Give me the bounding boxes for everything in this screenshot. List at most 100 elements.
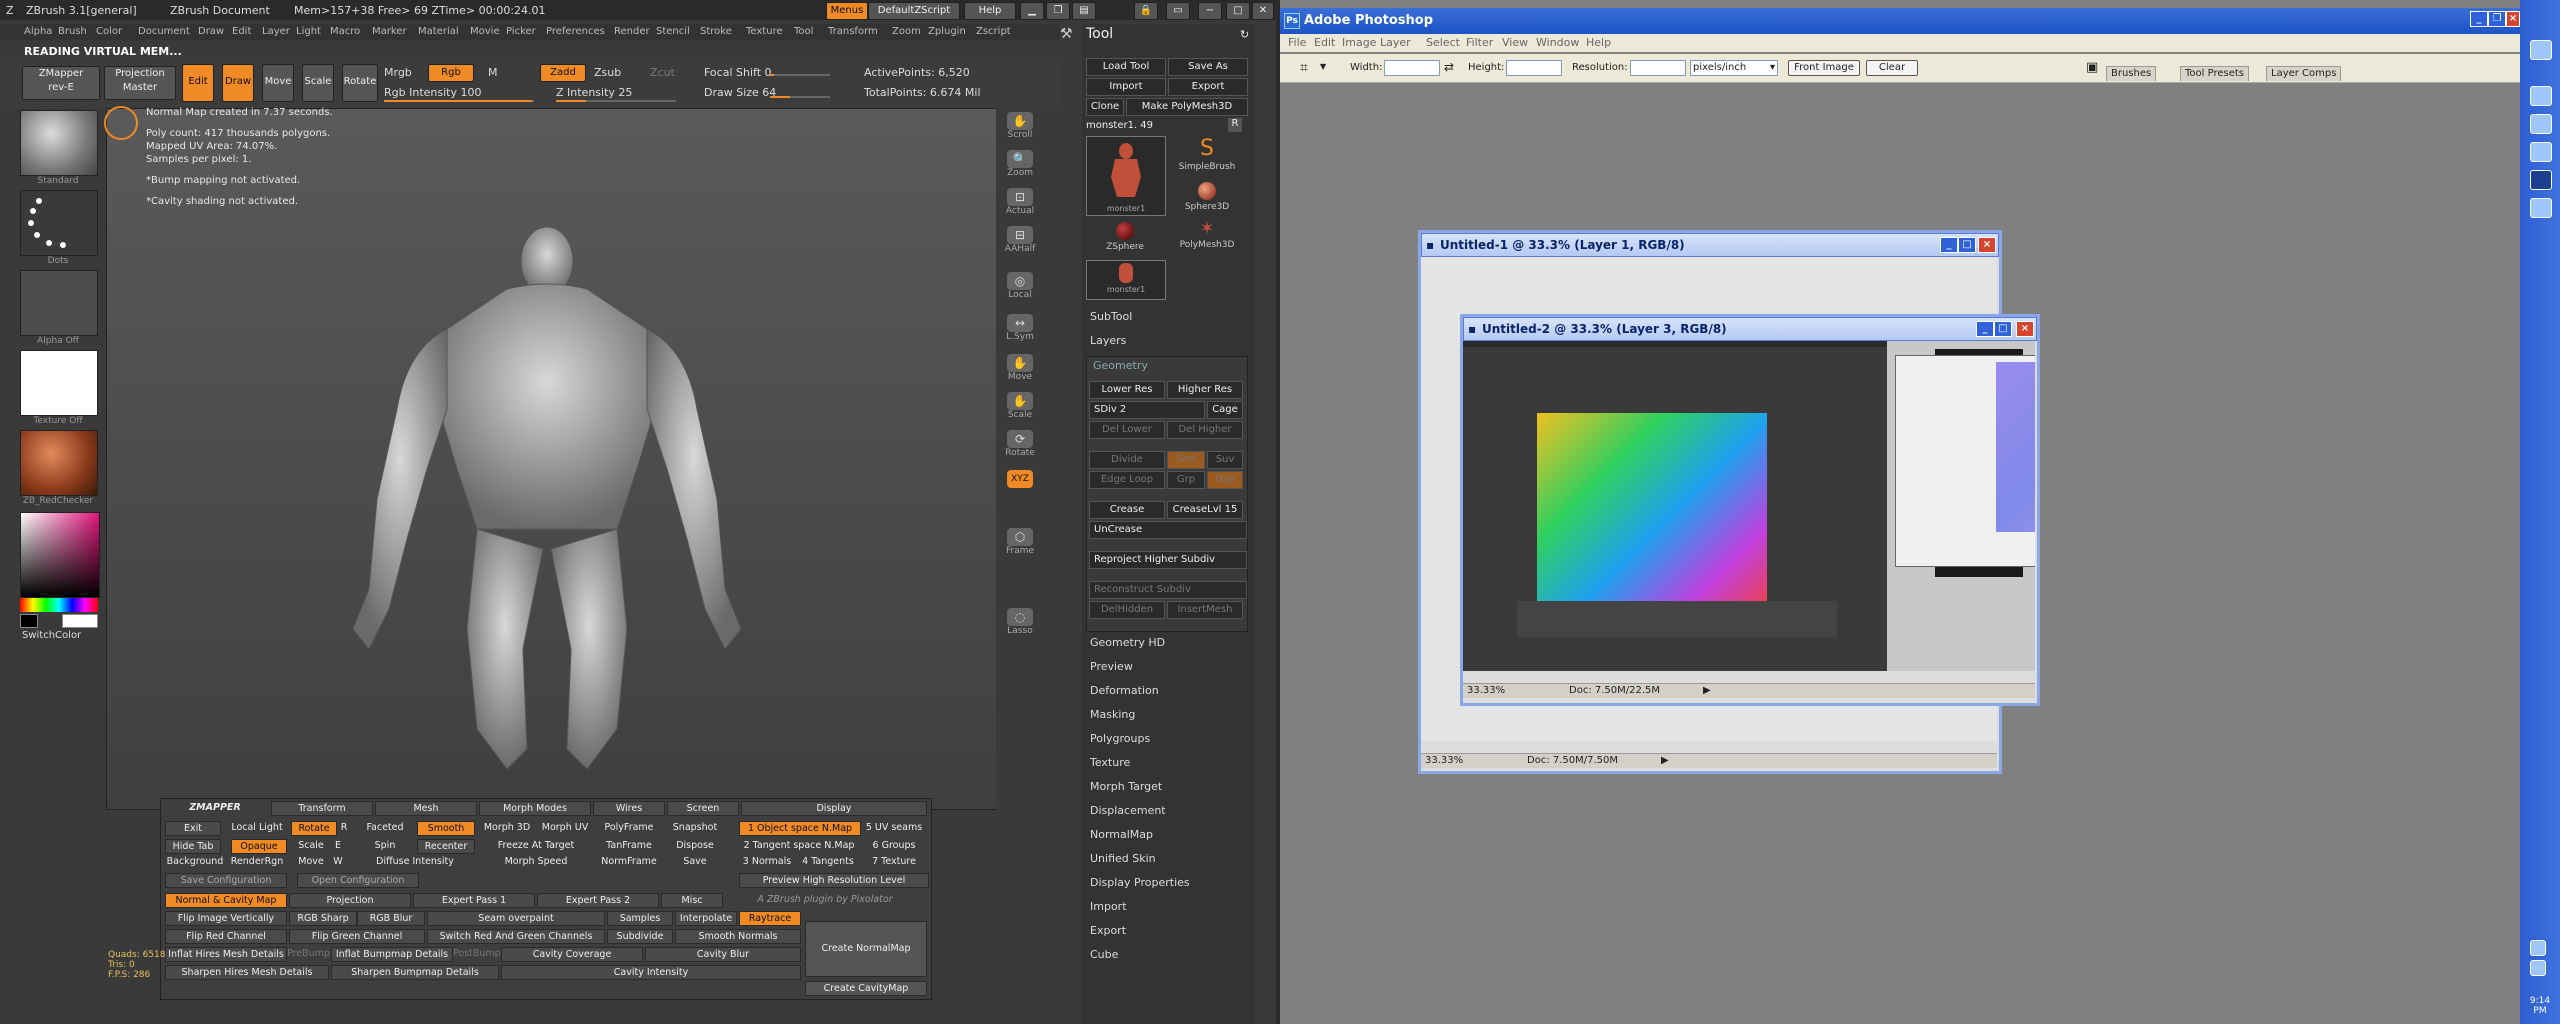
zm-sharpen-bumpmap[interactable]: Sharpen Bumpmap Details (331, 965, 499, 980)
rotate-button[interactable]: Rotate (342, 64, 378, 102)
zm-rgb-blur[interactable]: RGB Blur (357, 911, 425, 926)
zm-groups[interactable]: 6 Groups (861, 839, 927, 852)
zm-postbump[interactable]: PostBump (453, 947, 501, 960)
standard-brush-thumbnail[interactable] (20, 110, 98, 176)
tool-thumb-sphere3d[interactable]: Sphere3D (1168, 178, 1246, 218)
subtool-section[interactable]: SubTool (1090, 310, 1132, 323)
zm-prebump[interactable]: PreBump (287, 947, 330, 960)
zm-seam-overpaint[interactable]: Seam overpaint (427, 911, 605, 926)
width-input[interactable] (1384, 60, 1440, 76)
zm-tab-misc[interactable]: Misc (661, 893, 723, 908)
zm-recenter[interactable]: Recenter (417, 839, 475, 854)
deformation-section[interactable]: Deformation (1090, 684, 1159, 697)
rotate-view-button[interactable]: ⟳ Rotate (1000, 430, 1040, 464)
crease-level-slider[interactable]: CreaseLvl 15 (1167, 501, 1243, 519)
zm-flip-green-channel[interactable]: Flip Green Channel (289, 929, 425, 944)
alpha-thumbnail[interactable] (20, 270, 98, 336)
export-button[interactable]: Export (1168, 78, 1248, 96)
zm-morph-speed[interactable]: Morph Speed (479, 855, 593, 868)
zm-flip-image-vertically[interactable]: Flip Image Vertically (165, 911, 287, 926)
clone-button[interactable]: Clone (1086, 98, 1124, 116)
lsym-button[interactable]: ↔ L.Sym (1000, 314, 1040, 348)
zm-smooth[interactable]: Smooth (417, 821, 475, 836)
zm-texture[interactable]: 7 Texture (861, 855, 927, 868)
zm-flip-red-channel[interactable]: Flip Red Channel (165, 929, 287, 944)
palette-well-icon[interactable]: ▣ (2086, 60, 2098, 75)
geometry-header[interactable]: Geometry (1093, 359, 1148, 372)
dsp-toggle[interactable]: Dsp (1207, 471, 1243, 489)
resolution-units-select[interactable]: pixels/inch ▾ (1690, 60, 1778, 76)
zm-save-configuration[interactable]: Save Configuration (165, 873, 287, 888)
del-higher-button[interactable]: Del Higher (1167, 421, 1243, 439)
taskbar-app-icon[interactable] (2530, 170, 2552, 190)
zm-hide-tab[interactable]: Hide Tab (165, 839, 221, 854)
menu-transform[interactable]: Transform (828, 26, 878, 37)
masking-section[interactable]: Masking (1090, 708, 1135, 721)
zm-background[interactable]: Background (165, 855, 225, 868)
zm-cavity-blur[interactable]: Cavity Blur (645, 947, 801, 962)
zsub-toggle[interactable]: Zsub (594, 66, 621, 79)
zoom-button[interactable]: 🔍 Zoom (1000, 150, 1040, 184)
zm-morph-uv[interactable]: Morph UV (537, 821, 593, 834)
zm-switch-red-green[interactable]: Switch Red And Green Channels (427, 929, 605, 944)
menu-picker[interactable]: Picker (506, 26, 536, 37)
zm-interpolate[interactable]: Interpolate (675, 911, 737, 926)
zm-uv-seams[interactable]: 5 UV seams (861, 821, 927, 834)
rgb-intensity-slider[interactable] (384, 100, 534, 102)
zm-tab-projection[interactable]: Projection (289, 893, 411, 908)
menus-button[interactable]: Menus (826, 2, 868, 20)
reproject-button[interactable]: Reproject Higher Subdiv (1089, 551, 1247, 569)
ps-restore-icon[interactable]: ❐ (2488, 11, 2506, 27)
normalmap-section[interactable]: NormalMap (1090, 828, 1153, 841)
maximize-icon[interactable]: □ (1226, 2, 1250, 20)
aahalf-button[interactable]: ⊟ AAHalf (1000, 226, 1040, 260)
reconstruct-subdiv-button[interactable]: Reconstruct Subdiv (1089, 581, 1247, 599)
load-tool-button[interactable]: Load Tool (1086, 58, 1166, 76)
doc1-minimize-icon[interactable]: _ (1940, 237, 1958, 253)
zmapper-button[interactable]: ZMapper rev-E (22, 66, 100, 100)
menu-alpha[interactable]: Alpha (24, 26, 52, 37)
preview-section[interactable]: Preview (1090, 660, 1133, 673)
menu-zplugin[interactable]: Zplugin (928, 26, 966, 37)
hue-strip[interactable] (20, 598, 98, 612)
reset-button[interactable]: R (1228, 118, 1242, 132)
ps-menu-edit[interactable]: Edit (1314, 36, 1335, 49)
lock-icon[interactable]: 🔒 (1134, 2, 1158, 20)
mrgb-toggle[interactable]: Mrgb (384, 66, 412, 79)
grp-toggle[interactable]: Grp (1167, 471, 1205, 489)
ps-menu-view[interactable]: View (1502, 36, 1528, 49)
ps-close-icon[interactable]: × (2506, 11, 2520, 27)
menu-edit[interactable]: Edit (232, 26, 251, 37)
doc2-maximize-icon[interactable]: □ (1994, 321, 2012, 337)
edit-button[interactable]: Edit (182, 64, 214, 102)
taskbar-app-icon[interactable] (2530, 198, 2552, 218)
zm-snapshot[interactable]: Snapshot (665, 821, 725, 834)
zm-tangents[interactable]: 4 Tangents (797, 855, 859, 868)
taskbar-clock[interactable]: 9:14 PM (2522, 996, 2558, 1016)
make-polymesh-button[interactable]: Make PolyMesh3D (1126, 98, 1248, 116)
zm-move[interactable]: Move (291, 855, 331, 868)
copy-icon[interactable]: ❐ (1046, 2, 1070, 20)
menu-material[interactable]: Material (418, 26, 459, 37)
zm-tab-screen[interactable]: Screen (667, 801, 739, 816)
scale-button[interactable]: Scale (302, 64, 334, 102)
zm-dispose[interactable]: Dispose (665, 839, 725, 852)
menu-texture[interactable]: Texture (746, 26, 783, 37)
minimize-icon[interactable]: ▁ (1020, 2, 1044, 20)
zm-tab-expert-pass-2[interactable]: Expert Pass 2 (537, 893, 659, 908)
move-button[interactable]: Move (262, 64, 294, 102)
divide-button[interactable]: Divide (1089, 451, 1165, 469)
crease-button[interactable]: Crease (1089, 501, 1165, 519)
ps-menu-window[interactable]: Window (1536, 36, 1579, 49)
menu-movie[interactable]: Movie (470, 26, 500, 37)
zm-renderrgn[interactable]: RenderRgn (227, 855, 287, 868)
default-zscript-button[interactable]: DefaultZScript (868, 2, 960, 20)
doc2-status-arrow-icon[interactable]: ▶ (1703, 685, 1711, 696)
z-intensity-slider[interactable] (556, 100, 676, 102)
zm-exit-button[interactable]: Exit (165, 821, 221, 836)
lower-res-button[interactable]: Lower Res (1089, 381, 1165, 399)
zm-cavity-coverage[interactable]: Cavity Coverage (501, 947, 643, 962)
zm-faceted[interactable]: Faceted (357, 821, 413, 834)
zm-raytrace[interactable]: Raytrace (739, 911, 801, 926)
export-section[interactable]: Export (1090, 924, 1126, 937)
